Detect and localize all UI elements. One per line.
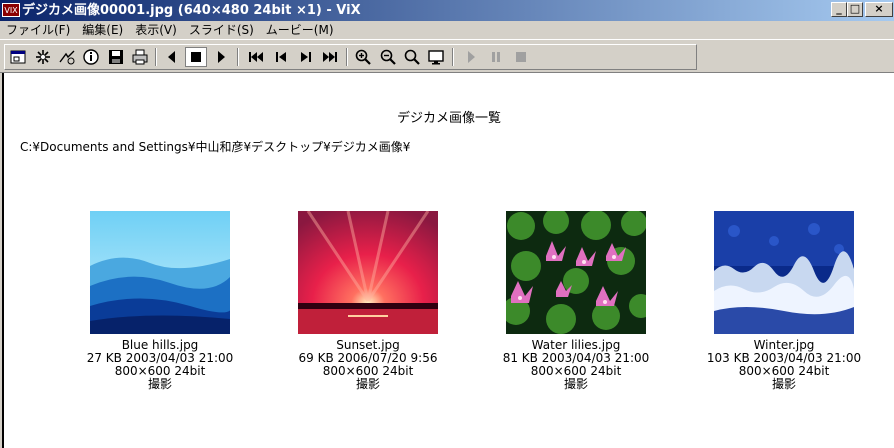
- menu-view[interactable]: 表示(V): [129, 21, 183, 39]
- app-icon[interactable]: VIX: [2, 3, 20, 17]
- toolbar: [0, 39, 894, 73]
- zoom-fit-icon[interactable]: [401, 47, 423, 67]
- thumbnail-image-winter[interactable]: [714, 211, 854, 334]
- thumbnail-note: 撮影: [771, 377, 796, 391]
- thumbnail-item[interactable]: Blue hills.jpg 27 KB 2003/04/03 21:00 80…: [60, 211, 260, 391]
- sparkle-icon[interactable]: [32, 47, 54, 67]
- effects-icon[interactable]: [56, 47, 78, 67]
- thumbnail-image-blue-hills[interactable]: [90, 211, 232, 334]
- thumbnail-note: 撮影: [563, 377, 588, 391]
- info-icon[interactable]: [80, 47, 102, 67]
- thumbnail-note: 撮影: [355, 377, 380, 391]
- thumbnail-image-water-lilies[interactable]: [502, 208, 653, 334]
- menu-file[interactable]: ファイル(F): [0, 21, 76, 39]
- thumbnail-item[interactable]: Water lilies.jpg 81 KB 2003/04/03 21:00 …: [476, 208, 676, 391]
- toolbar-band: [4, 44, 697, 70]
- save-icon[interactable]: [105, 47, 127, 67]
- toolbar-separator: [346, 48, 348, 66]
- toolbar-separator: [155, 48, 157, 66]
- close-button[interactable]: ×: [865, 2, 893, 17]
- prev-icon[interactable]: [161, 47, 183, 67]
- window-icon[interactable]: [7, 47, 29, 67]
- thumbnail-image-sunset[interactable]: [298, 210, 438, 334]
- last-icon[interactable]: [319, 47, 341, 67]
- thumbnail-note: 撮影: [147, 377, 172, 391]
- thumbnail-view[interactable]: デジカメ画像一覧 C:¥Documents and Settings¥中山和彦¥…: [2, 73, 894, 448]
- stop-icon[interactable]: [185, 47, 207, 67]
- menu-slide[interactable]: スライド(S): [183, 21, 260, 39]
- pause-icon[interactable]: [485, 47, 507, 67]
- title-bar[interactable]: VIX デジカメ画像00001.jpg (640×480 24bit ×1) -…: [0, 0, 894, 21]
- menu-movie[interactable]: ムービー(M): [260, 21, 340, 39]
- page-title: デジカメ画像一覧: [396, 111, 501, 126]
- play-icon[interactable]: [460, 47, 482, 67]
- maximize-button[interactable]: □: [847, 2, 863, 17]
- first-icon[interactable]: [245, 47, 267, 67]
- stop-slide-icon[interactable]: [510, 47, 532, 67]
- menu-bar: ファイル(F) 編集(E) 表示(V) スライド(S) ムービー(M): [0, 21, 894, 39]
- thumbnail-item[interactable]: Winter.jpg 103 KB 2003/04/03 21:00 800×6…: [684, 211, 884, 391]
- window-title: デジカメ画像00001.jpg (640×480 24bit ×1) - ViX: [22, 3, 361, 18]
- toolbar-separator: [237, 48, 239, 66]
- minimize-button[interactable]: _: [831, 2, 847, 17]
- fullscreen-icon[interactable]: [425, 47, 447, 67]
- zoom-in-icon[interactable]: [352, 47, 374, 67]
- zoom-out-icon[interactable]: [377, 47, 399, 67]
- folder-path: C:¥Documents and Settings¥中山和彦¥デスクトップ¥デジ…: [20, 140, 411, 154]
- prev-page-icon[interactable]: [270, 47, 292, 67]
- toolbar-separator: [452, 48, 454, 66]
- menu-edit[interactable]: 編集(E): [76, 21, 129, 39]
- next-icon[interactable]: [210, 47, 232, 67]
- thumbnail-item[interactable]: Sunset.jpg 69 KB 2006/07/20 9:56 800×600…: [268, 210, 468, 391]
- next-page-icon[interactable]: [295, 47, 317, 67]
- print-icon[interactable]: [129, 47, 151, 67]
